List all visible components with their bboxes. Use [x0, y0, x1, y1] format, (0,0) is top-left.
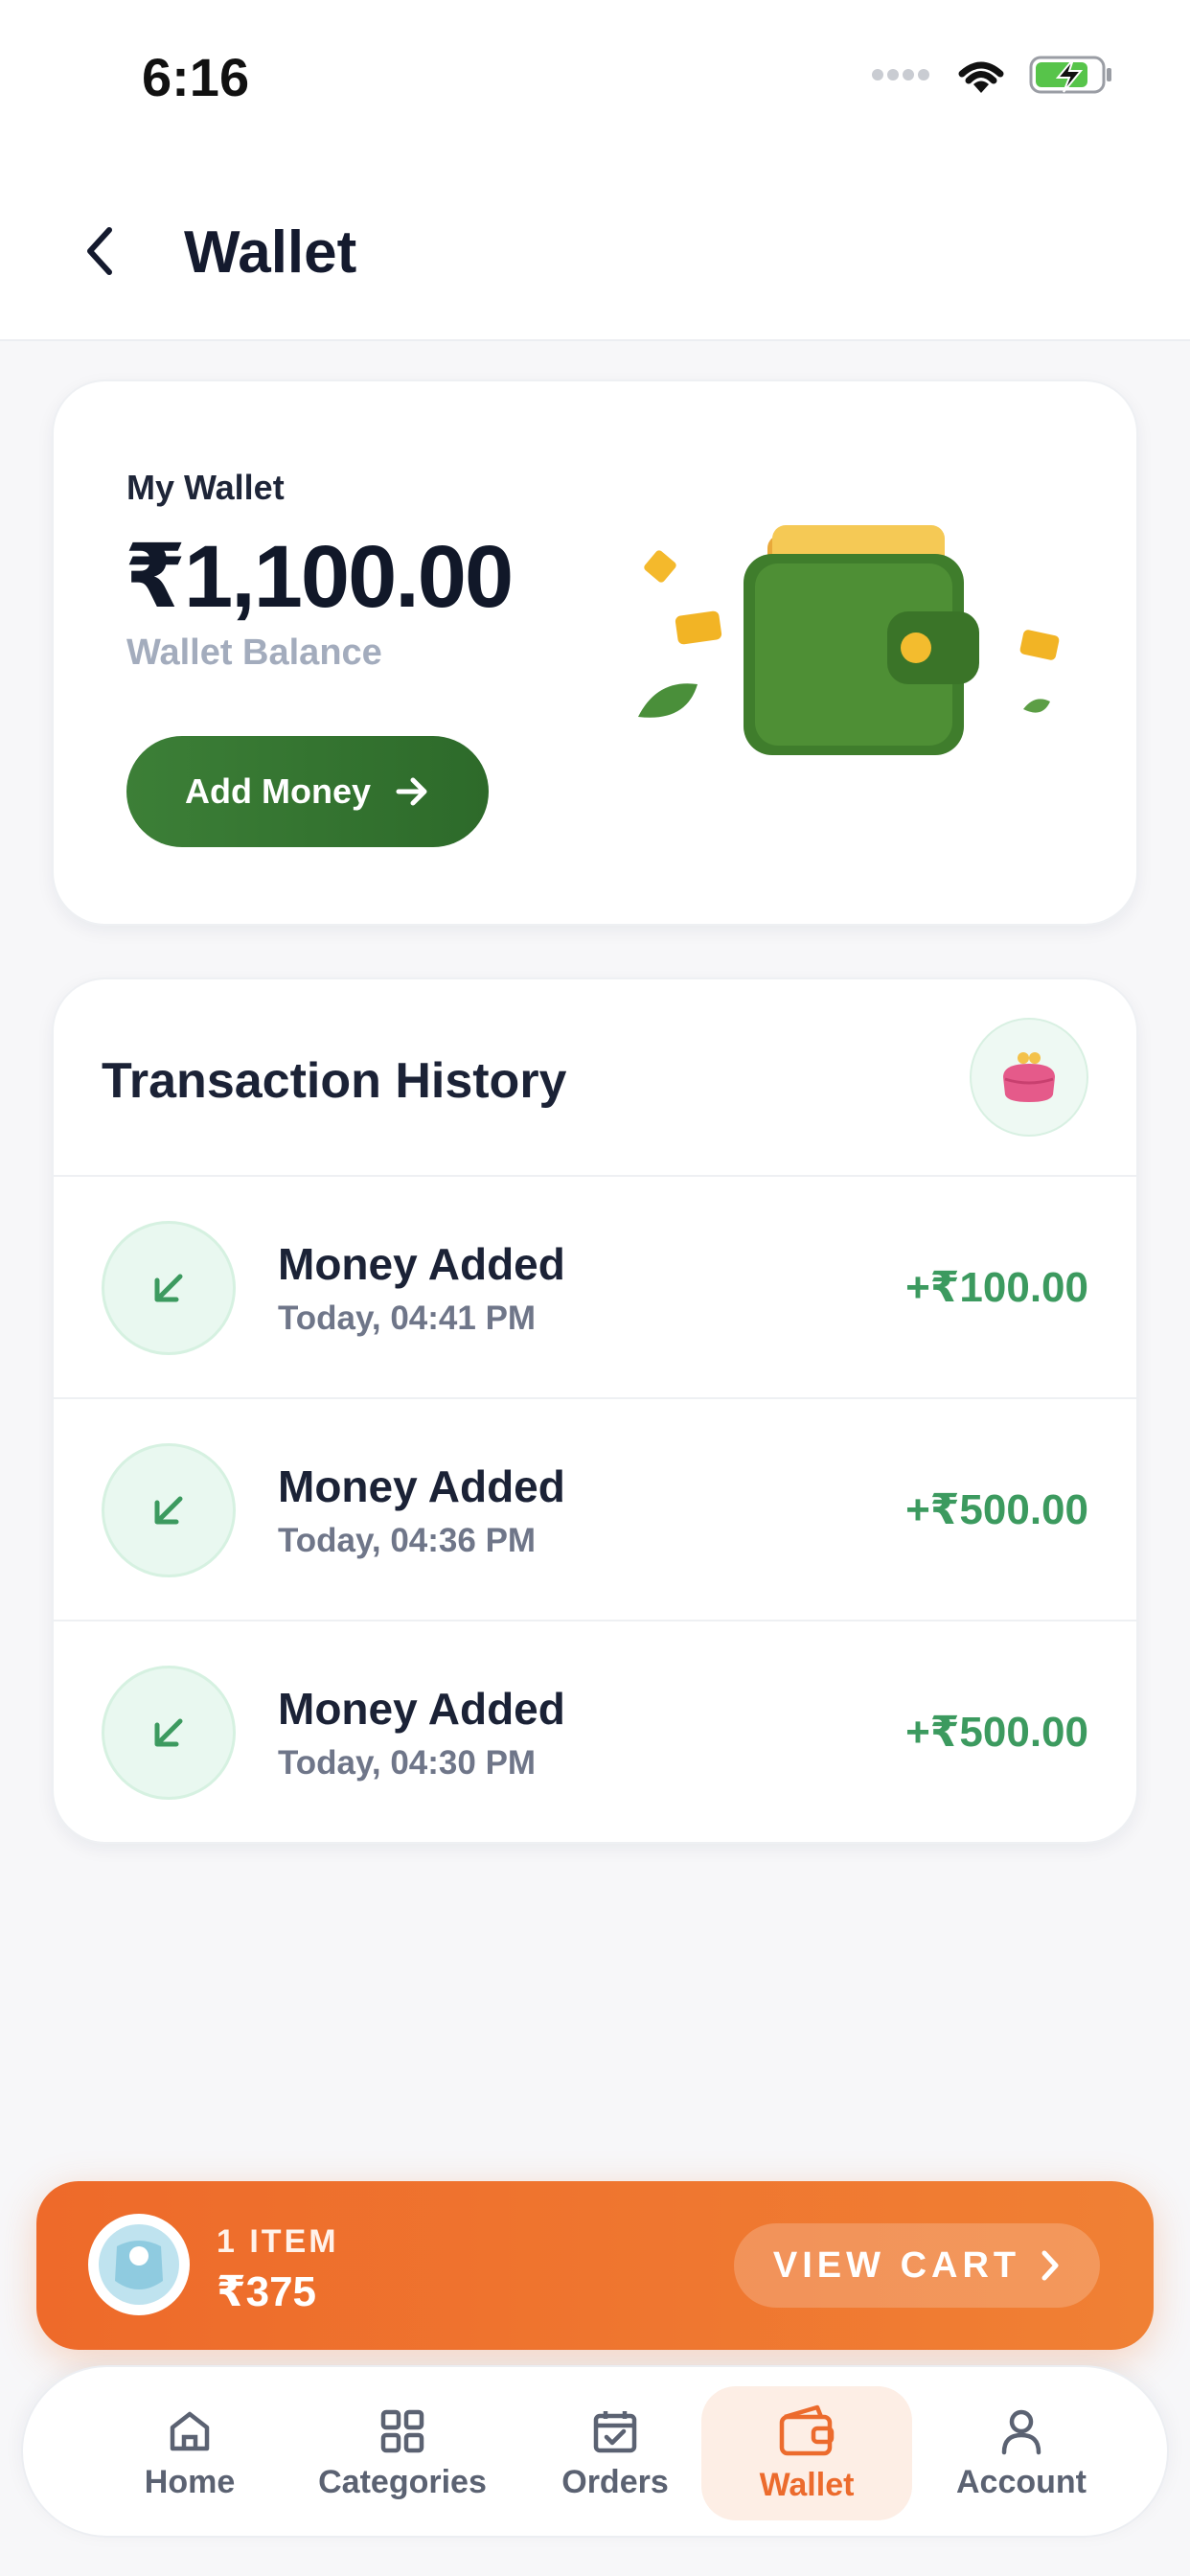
wifi-icon — [954, 55, 1008, 100]
arrow-down-left-icon — [102, 1666, 236, 1800]
bottom-navigation: Home Categories Orders Wallet Account — [21, 2365, 1169, 2538]
page-title: Wallet — [184, 219, 357, 286]
cart-item-thumbnail — [88, 2214, 190, 2315]
transaction-row[interactable]: Money Added Today, 04:30 PM +₹500.00 — [54, 1622, 1136, 1842]
nav-item-categories[interactable]: Categories — [297, 2386, 508, 2520]
battery-charging-icon — [1029, 54, 1113, 101]
chevron-right-icon — [1041, 2250, 1059, 2281]
wallet-balance-caption: Wallet Balance — [126, 632, 382, 673]
wallet-illustration — [638, 525, 1060, 755]
transaction-history-header: Transaction History — [54, 979, 1136, 1177]
transaction-time: Today, 04:41 PM — [278, 1300, 537, 1337]
add-money-button[interactable]: Add Money — [126, 736, 489, 847]
nav-label: Categories — [318, 2463, 487, 2500]
nav-item-home[interactable]: Home — [84, 2386, 295, 2520]
transaction-history-card: Transaction History Money Added Today, 0… — [52, 978, 1138, 1844]
nav-label: Account — [956, 2463, 1087, 2500]
wallet-balance-card: My Wallet ₹1,100.00 Wallet Balance Add M… — [52, 380, 1138, 926]
add-money-label: Add Money — [185, 771, 371, 811]
transaction-name: Money Added — [278, 1684, 565, 1734]
user-icon — [1001, 2409, 1041, 2454]
wallet-icon — [779, 2404, 835, 2455]
transaction-name: Money Added — [278, 1239, 565, 1289]
nav-label: Orders — [561, 2463, 669, 2500]
nav-item-account[interactable]: Account — [916, 2386, 1127, 2520]
arrow-down-left-icon — [102, 1443, 236, 1577]
calendar-check-icon — [593, 2410, 637, 2452]
transaction-row[interactable]: Money Added Today, 04:36 PM +₹500.00 — [54, 1399, 1136, 1622]
transaction-time: Today, 04:36 PM — [278, 1522, 537, 1559]
cellular-signal-icon — [870, 67, 933, 87]
transaction-amount: +₹500.00 — [905, 1709, 1088, 1756]
status-bar: 6:16 — [0, 0, 1190, 153]
back-button[interactable] — [69, 220, 130, 282]
arrow-down-left-icon — [102, 1221, 236, 1355]
nav-item-wallet[interactable]: Wallet — [701, 2386, 912, 2520]
transaction-amount: +₹500.00 — [905, 1486, 1088, 1533]
cart-summary-bar[interactable]: 1 ITEM ₹375 VIEW CART — [36, 2181, 1154, 2350]
cart-total-price: ₹375 — [217, 2268, 317, 2315]
nav-item-orders[interactable]: Orders — [510, 2386, 721, 2520]
transaction-row[interactable]: Money Added Today, 04:41 PM +₹100.00 — [54, 1177, 1136, 1399]
nav-label: Home — [144, 2463, 236, 2500]
transaction-amount: +₹100.00 — [905, 1264, 1088, 1311]
status-time: 6:16 — [142, 47, 250, 107]
wallet-balance: ₹1,100.00 — [125, 528, 514, 626]
chevron-left-icon — [87, 227, 112, 275]
cart-item-count: 1 ITEM — [217, 2223, 339, 2260]
nav-label: Wallet — [759, 2466, 855, 2503]
home-icon — [170, 2411, 210, 2450]
app-header: Wallet — [0, 153, 1190, 341]
view-cart-label: VIEW CART — [772, 2244, 1021, 2286]
status-icons — [870, 54, 1113, 101]
transaction-history-title: Transaction History — [102, 1053, 567, 1109]
wallet-label: My Wallet — [126, 468, 285, 507]
transaction-name: Money Added — [278, 1461, 565, 1511]
view-cart-button[interactable]: VIEW CART — [734, 2223, 1100, 2308]
arrow-right-icon — [396, 777, 427, 806]
coin-purse-icon — [970, 1018, 1088, 1137]
transaction-time: Today, 04:30 PM — [278, 1744, 537, 1782]
grid-icon — [380, 2409, 424, 2452]
